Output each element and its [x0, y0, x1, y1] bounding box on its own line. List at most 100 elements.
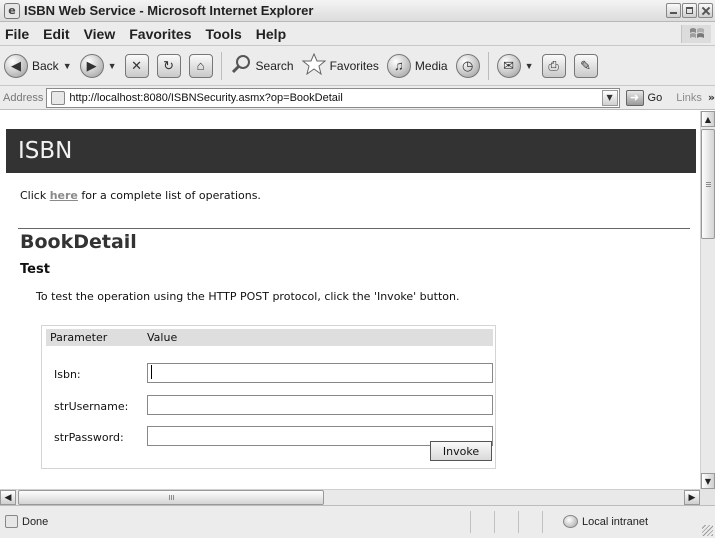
go-button[interactable]: ➜ Go	[625, 89, 662, 106]
title-bar: e ISBN Web Service - Microsoft Internet …	[0, 0, 715, 22]
history-button[interactable]: ◷	[455, 51, 480, 81]
menu-tools[interactable]: Tools	[205, 26, 241, 42]
mail-icon: ✉	[496, 53, 521, 78]
status-divider	[494, 511, 495, 533]
print-icon: ⎙	[541, 53, 566, 78]
service-banner: ISBN	[6, 129, 696, 173]
menu-bar: File Edit View Favorites Tools Help	[0, 22, 715, 46]
parameter-form: Parameter Value Isbn: strUsername: strPa…	[41, 325, 496, 469]
window-controls	[666, 3, 713, 18]
operation-title: BookDetail	[20, 231, 137, 253]
scroll-right-icon[interactable]: ▶	[684, 490, 700, 505]
minimize-button[interactable]	[666, 3, 681, 18]
toolbar: ◀ Back ▼ ▶ ▼ ✕ ↻ ⌂ Search Favorites ♫ Me…	[0, 46, 715, 86]
mail-dropdown-icon[interactable]: ▼	[525, 61, 534, 71]
close-button[interactable]	[698, 3, 713, 18]
scroll-up-icon[interactable]: ▲	[701, 111, 715, 127]
address-label: Address	[3, 91, 44, 104]
password-label: strPassword:	[54, 431, 124, 444]
history-icon: ◷	[455, 53, 480, 78]
page-status-icon	[5, 515, 18, 528]
page-viewport: ISBN Click here for a complete list of o…	[0, 111, 700, 489]
test-heading: Test	[20, 262, 50, 277]
favorites-label: Favorites	[329, 58, 379, 73]
status-divider	[518, 511, 519, 533]
parameter-table-header: Parameter Value	[46, 329, 493, 346]
section-divider	[18, 228, 690, 229]
refresh-icon: ↻	[156, 53, 181, 78]
address-dropdown-icon[interactable]: ▼	[601, 89, 618, 106]
window-title: ISBN Web Service - Microsoft Internet Ex…	[24, 3, 314, 18]
horizontal-scroll-thumb[interactable]	[18, 490, 324, 505]
address-input[interactable]: http://localhost:8080/ISBNSecurity.asmx?…	[46, 87, 620, 108]
forward-dropdown-icon[interactable]: ▼	[108, 61, 117, 71]
intranet-zone-icon	[563, 515, 578, 528]
forward-arrow-icon: ▶	[79, 53, 104, 78]
invoke-button[interactable]: Invoke	[430, 441, 492, 461]
scroll-down-icon[interactable]: ▼	[701, 473, 715, 489]
intro-suffix: for a complete list of operations.	[77, 189, 261, 202]
windows-flag-icon	[681, 25, 711, 43]
menu-favorites[interactable]: Favorites	[129, 26, 191, 42]
refresh-button[interactable]: ↻	[156, 51, 181, 81]
status-bar: Done Local intranet	[0, 505, 715, 538]
menu-help[interactable]: Help	[256, 26, 286, 42]
vertical-scrollbar[interactable]: ▲ ▼	[700, 111, 715, 489]
toolbar-separator	[487, 51, 489, 80]
username-field[interactable]	[147, 395, 493, 415]
address-bar: Address http://localhost:8080/ISBNSecuri…	[0, 86, 715, 110]
horizontal-scrollbar[interactable]: ◀ ▶	[0, 489, 700, 505]
resize-grip-icon[interactable]	[702, 525, 713, 536]
service-title: ISBN	[18, 138, 73, 164]
mail-button[interactable]: ✉ ▼	[496, 51, 534, 81]
go-arrow-icon: ➜	[625, 89, 644, 106]
search-label: Search	[255, 58, 294, 73]
text-cursor	[151, 365, 152, 379]
username-label: strUsername:	[54, 400, 129, 413]
favorites-button[interactable]: Favorites	[301, 51, 379, 81]
stop-button[interactable]: ✕	[124, 51, 149, 81]
forward-button[interactable]: ▶ ▼	[79, 51, 117, 81]
menu-view[interactable]: View	[84, 26, 116, 42]
status-divider	[542, 511, 543, 533]
links-button[interactable]: Links	[676, 92, 702, 104]
print-button[interactable]: ⎙	[541, 51, 566, 81]
isbn-field[interactable]	[147, 363, 493, 383]
home-button[interactable]: ⌂	[188, 51, 213, 81]
menu-edit[interactable]: Edit	[43, 26, 69, 42]
media-icon: ♫	[386, 53, 411, 78]
vertical-scroll-thumb[interactable]	[701, 129, 715, 239]
favorites-star-icon	[301, 52, 326, 78]
status-text: Done	[22, 516, 49, 528]
security-zone: Local intranet	[582, 516, 649, 528]
back-label: Back	[32, 58, 59, 73]
back-dropdown-icon[interactable]: ▼	[63, 61, 72, 71]
maximize-button[interactable]	[682, 3, 697, 18]
status-divider	[470, 511, 471, 533]
ie-app-icon: e	[4, 2, 20, 19]
home-icon: ⌂	[188, 53, 213, 78]
menu-file[interactable]: File	[5, 26, 29, 42]
media-label: Media	[414, 58, 448, 73]
media-button[interactable]: ♫ Media	[386, 51, 448, 81]
scroll-left-icon[interactable]: ◀	[0, 490, 16, 505]
links-chevron-icon[interactable]: »	[708, 91, 715, 104]
search-button[interactable]: Search	[230, 51, 294, 81]
search-icon	[230, 53, 252, 78]
isbn-label: Isbn:	[54, 368, 81, 381]
page-icon	[51, 90, 66, 105]
intro-prefix: Click	[20, 189, 50, 202]
operations-intro: Click here for a complete list of operat…	[20, 189, 261, 202]
back-arrow-icon: ◀	[4, 53, 28, 78]
header-value: Value	[147, 331, 178, 344]
edit-button[interactable]: ✎	[573, 51, 598, 81]
header-parameter: Parameter	[50, 331, 108, 344]
back-button[interactable]: ◀ Back ▼	[4, 51, 72, 81]
stop-icon: ✕	[124, 53, 149, 78]
toolbar-separator	[220, 51, 222, 80]
address-url[interactable]: http://localhost:8080/ISBNSecurity.asmx?…	[69, 92, 601, 104]
edit-page-icon: ✎	[573, 53, 598, 78]
thumb-grip	[169, 495, 175, 500]
scrollbar-corner	[700, 489, 715, 505]
operations-list-link[interactable]: here	[50, 189, 78, 202]
